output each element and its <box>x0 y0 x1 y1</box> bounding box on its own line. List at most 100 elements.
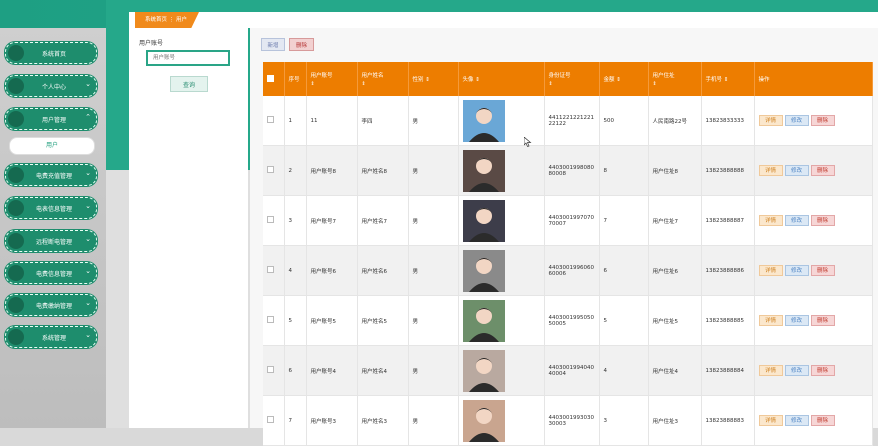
avatar <box>462 249 505 292</box>
column-header[interactable]: 手机号 ⇕ <box>701 62 755 96</box>
table-row[interactable]: 6 用户账号4 用户姓名4 男 440300199404040004 4 用户住址4 1382… <box>263 345 873 396</box>
chevron-down-icon[interactable]: ⌄ <box>85 80 91 88</box>
row-checkbox[interactable] <box>267 266 274 273</box>
select-all-checkbox[interactable] <box>267 74 274 82</box>
chevron-down-icon[interactable]: ⌄ <box>85 235 91 243</box>
delete-button[interactable]: 删除 <box>810 265 835 276</box>
delete-button[interactable]: 删除 <box>810 315 835 326</box>
row-select-cell[interactable] <box>263 96 285 146</box>
delete-button[interactable]: 删除 <box>810 365 835 376</box>
detail-button[interactable]: 详情 <box>758 115 783 126</box>
chevron-down-icon[interactable]: ⌄ <box>85 267 91 275</box>
row-select-cell[interactable] <box>263 245 285 296</box>
avatar <box>462 99 505 142</box>
column-header[interactable]: 用户账号 ⇕ <box>306 62 358 96</box>
sidebar-item[interactable]: 远程断电管理 ⌄ <box>5 230 97 252</box>
row-select-cell[interactable] <box>263 345 285 396</box>
delete-button[interactable]: 删除 <box>810 165 835 176</box>
sort-icon[interactable]: ⇕ <box>475 77 480 83</box>
add-button[interactable]: 新增 <box>261 38 285 51</box>
edit-button[interactable]: 修改 <box>784 115 809 126</box>
delete-button[interactable]: 删除 <box>810 115 835 126</box>
avatar <box>462 349 505 392</box>
chevron-up-icon[interactable]: ⌃ <box>85 113 91 121</box>
sort-icon[interactable]: ⇕ <box>311 81 353 87</box>
cell-amount: 500 <box>599 96 649 146</box>
chevron-down-icon[interactable]: ⌄ <box>85 331 91 339</box>
row-checkbox[interactable] <box>267 316 274 323</box>
sidebar-item[interactable]: 系统管理 ⌄ <box>5 326 97 348</box>
menu-bullet-icon <box>8 78 24 94</box>
detail-button[interactable]: 详情 <box>758 415 783 426</box>
chevron-down-icon[interactable]: ⌄ <box>85 299 91 307</box>
row-checkbox[interactable] <box>267 216 274 223</box>
row-select-cell[interactable] <box>263 195 285 246</box>
detail-button[interactable]: 详情 <box>758 265 783 276</box>
delete-button[interactable]: 删除 <box>810 215 835 226</box>
sidebar-item[interactable]: 个人中心 ⌄ <box>5 75 97 97</box>
column-header[interactable]: 性别 ⇕ <box>408 62 459 96</box>
sidebar-item[interactable]: 电费信息管理 ⌄ <box>5 262 97 284</box>
table-row[interactable]: 7 用户账号3 用户姓名3 男 440300199303030003 3 用户住址3 1382… <box>263 395 873 446</box>
cell-actions: 详情 修改 删除 <box>754 145 873 196</box>
sort-icon[interactable]: ⇕ <box>653 81 697 87</box>
detail-button[interactable]: 详情 <box>758 165 783 176</box>
sidebar-item[interactable]: 系统首页 <box>5 42 97 64</box>
column-header[interactable]: 头像 ⇕ <box>458 62 545 96</box>
cell-amount: 5 <box>599 295 649 346</box>
batch-delete-button[interactable]: 删除 <box>289 38 314 51</box>
cell-amount: 6 <box>599 245 649 296</box>
sort-icon[interactable]: ⇕ <box>549 81 595 87</box>
edit-button[interactable]: 修改 <box>784 315 809 326</box>
cell-no: 1 <box>284 96 307 146</box>
cell-no: 5 <box>284 295 307 346</box>
table-row[interactable]: 4 用户账号6 用户姓名6 男 440300199606060006 6 用户住址6 1382… <box>263 245 873 296</box>
detail-button[interactable]: 详情 <box>758 215 783 226</box>
column-header[interactable]: 用户住址 ⇕ <box>648 62 702 96</box>
row-checkbox[interactable] <box>267 416 274 423</box>
detail-button[interactable]: 详情 <box>758 315 783 326</box>
sidebar-subitem-user[interactable]: 用户 <box>9 137 95 155</box>
table-row[interactable]: 1 11 李四男 441122122122122122 500 人民南路22号 138238… <box>263 96 873 146</box>
row-select-cell[interactable] <box>263 395 285 446</box>
chevron-down-icon[interactable]: ⌄ <box>85 202 91 210</box>
row-checkbox[interactable] <box>267 366 274 373</box>
edit-button[interactable]: 修改 <box>784 265 809 276</box>
sidebar-item[interactable]: 电费缴纳管理 ⌄ <box>5 294 97 316</box>
cell-account: 用户账号8 <box>306 145 358 196</box>
delete-button[interactable]: 删除 <box>810 415 835 426</box>
avatar <box>462 199 505 242</box>
sort-icon[interactable]: ⇕ <box>425 77 430 83</box>
table-row[interactable]: 3 用户账号7 用户姓名7 男 440300199707070007 7 用户住址7 1382… <box>263 195 873 246</box>
column-header[interactable]: 金额 ⇕ <box>599 62 649 96</box>
chevron-down-icon[interactable]: ⌄ <box>85 169 91 177</box>
detail-button[interactable]: 详情 <box>758 365 783 376</box>
edit-button[interactable]: 修改 <box>784 415 809 426</box>
cell-amount: 3 <box>599 395 649 446</box>
cell-phone: 13823888883 <box>701 395 755 446</box>
column-header[interactable]: 身份证号 ⇕ <box>544 62 600 96</box>
cell-name: 用户姓名8 <box>357 145 409 196</box>
table-row[interactable]: 5 用户账号5 用户姓名5 男 440300199505050005 5 用户住址5 1382… <box>263 295 873 346</box>
row-select-cell[interactable] <box>263 295 285 346</box>
row-checkbox[interactable] <box>267 116 274 123</box>
row-checkbox[interactable] <box>267 166 274 173</box>
sidebar-item-label: 用户管理 <box>41 117 66 124</box>
sort-icon[interactable]: ⇕ <box>362 81 404 87</box>
sidebar-item[interactable]: 用户管理 ⌃ <box>5 108 97 130</box>
search-input[interactable] <box>146 50 230 66</box>
sort-icon[interactable]: ⇕ <box>724 77 729 83</box>
cell-amount: 8 <box>599 145 649 196</box>
column-header[interactable]: 用户姓名 ⇕ <box>357 62 409 96</box>
edit-button[interactable]: 修改 <box>784 365 809 376</box>
select-all-cell[interactable] <box>263 62 285 96</box>
search-button[interactable]: 查询 <box>170 76 208 92</box>
sidebar-item[interactable]: 电表信息管理 ⌄ <box>5 197 97 219</box>
edit-button[interactable]: 修改 <box>784 165 809 176</box>
table-row[interactable]: 2 用户账号8 用户姓名8 男 440300199808080008 8 用户住址8 1382… <box>263 145 873 196</box>
row-select-cell[interactable] <box>263 145 285 196</box>
edit-button[interactable]: 修改 <box>784 215 809 226</box>
sort-icon[interactable]: ⇕ <box>616 77 621 83</box>
sidebar-item[interactable]: 电费充值管理 ⌄ <box>5 164 97 186</box>
cell-gender: 男 <box>408 245 459 296</box>
